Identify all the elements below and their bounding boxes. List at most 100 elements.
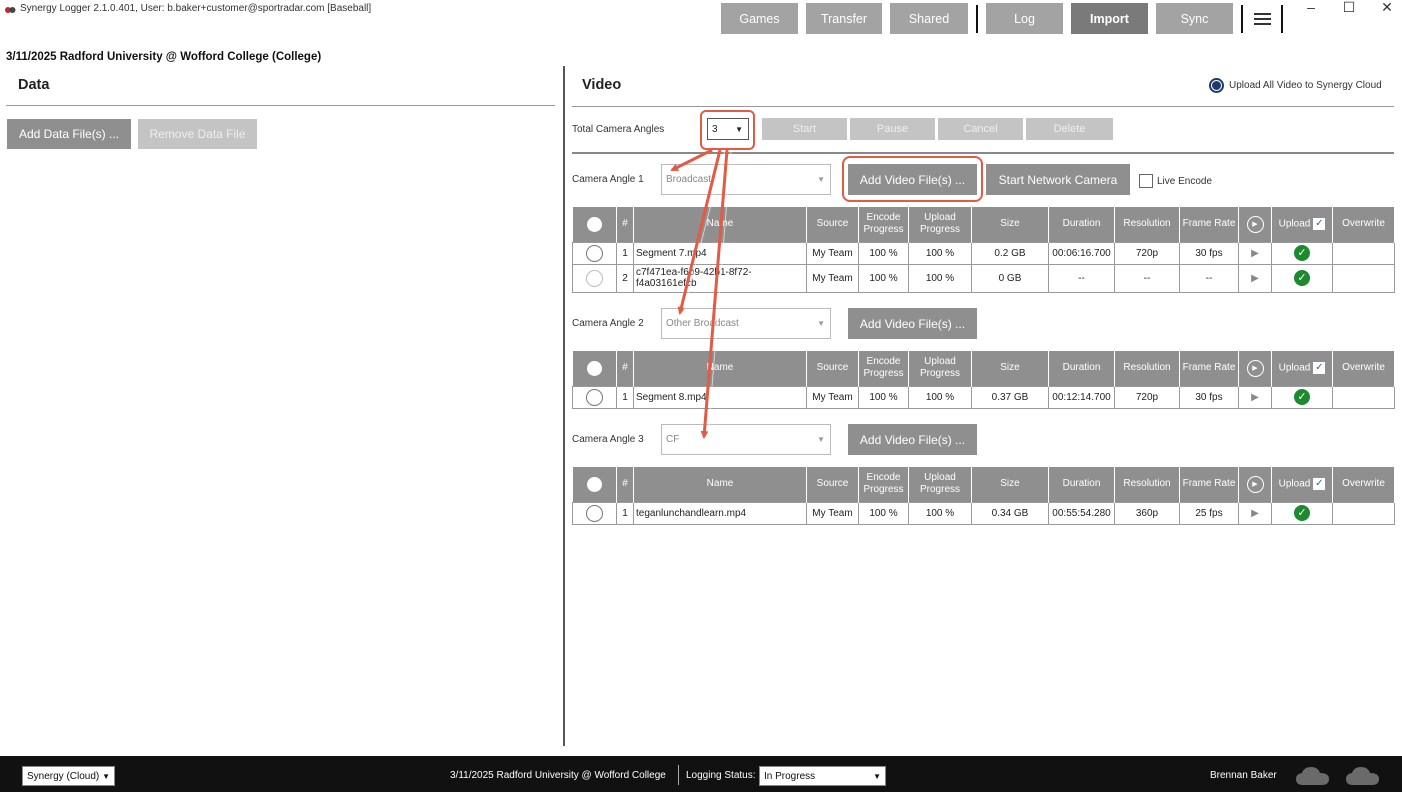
logging-status-label: Logging Status: xyxy=(686,770,756,781)
checkbox-icon xyxy=(1139,174,1153,188)
col-upload-label: Upload xyxy=(1278,478,1311,490)
add-data-file-button[interactable]: Add Data File(s) ... xyxy=(7,119,131,149)
col-source: Source xyxy=(806,351,859,386)
select-all-radio[interactable] xyxy=(572,207,617,242)
upload-check-icon[interactable]: ✓ xyxy=(1271,501,1333,525)
select-all-radio[interactable] xyxy=(572,351,617,386)
annotation-highlight xyxy=(700,110,755,150)
camera-angle-1-label: Camera Angle 1 xyxy=(572,174,644,185)
row-size: 0 GB xyxy=(971,263,1049,293)
pause-button[interactable]: Pause xyxy=(850,118,935,140)
play-icon[interactable]: ▶ xyxy=(1238,263,1272,293)
start-network-camera-button[interactable]: Start Network Camera xyxy=(986,164,1130,195)
camera-angle-3-value: CF xyxy=(666,434,680,445)
play-all-icon[interactable]: ▶ xyxy=(1238,467,1272,502)
table-row[interactable]: 1 Segment 7.mp4 My Team 100 % 100 % 0.2 … xyxy=(572,241,1395,265)
table-row[interactable]: 1 teganlunchandlearn.mp4 My Team 100 % 1… xyxy=(572,501,1395,525)
cancel-button[interactable]: Cancel xyxy=(938,118,1023,140)
dropdown-caret-icon: ▼ xyxy=(817,435,825,444)
row-radio[interactable] xyxy=(572,263,617,293)
select-all-radio[interactable] xyxy=(572,467,617,502)
nav-separator xyxy=(976,5,978,33)
app-logo-icon xyxy=(5,7,16,13)
live-encode-checkbox[interactable]: Live Encode xyxy=(1139,174,1212,188)
cloud-icon[interactable] xyxy=(1295,765,1331,787)
upload-all-checkbox-icon[interactable]: ✓ xyxy=(1313,477,1326,490)
row-duration: -- xyxy=(1048,263,1115,293)
remove-data-file-button[interactable]: Remove Data File xyxy=(138,119,257,149)
minimize-icon[interactable]: – xyxy=(1296,0,1326,16)
camera-angle-3-select[interactable]: CF ▼ xyxy=(661,424,831,455)
row-overwrite[interactable] xyxy=(1332,501,1395,525)
nav-separator xyxy=(1241,5,1243,33)
row-radio[interactable] xyxy=(572,501,617,525)
row-radio[interactable] xyxy=(572,241,617,265)
video-table-angle-2: # Name Source Encode Progress Upload Pro… xyxy=(572,351,1395,409)
upload-all-checkbox-icon[interactable]: ✓ xyxy=(1313,217,1326,230)
col-upload-label: Upload xyxy=(1278,218,1311,230)
row-overwrite[interactable] xyxy=(1332,385,1395,409)
col-resolution: Resolution xyxy=(1114,467,1180,502)
play-all-icon[interactable]: ▶ xyxy=(1238,351,1272,386)
upload-check-icon[interactable]: ✓ xyxy=(1271,241,1333,265)
upload-all-radio[interactable]: Upload All Video to Synergy Cloud xyxy=(1209,78,1382,93)
col-upload-progress: Upload Progress xyxy=(908,467,972,502)
row-size: 0.37 GB xyxy=(971,385,1049,409)
col-encode-progress: Encode Progress xyxy=(858,467,909,502)
divider xyxy=(572,106,1394,107)
cloud-sync-icon[interactable] xyxy=(1345,765,1381,787)
nav-transfer-button[interactable]: Transfer xyxy=(806,3,882,34)
close-icon[interactable]: ✕ xyxy=(1372,0,1402,16)
live-encode-label: Live Encode xyxy=(1157,175,1213,187)
row-number: 1 xyxy=(616,385,634,409)
camera-angle-1-select[interactable]: Broadcast ▼ xyxy=(661,164,831,195)
col-resolution: Resolution xyxy=(1114,351,1180,386)
upload-check-icon[interactable]: ✓ xyxy=(1271,263,1333,293)
add-video-file-button-2[interactable]: Add Video File(s) ... xyxy=(848,308,977,339)
upload-all-checkbox-icon[interactable]: ✓ xyxy=(1313,361,1326,374)
col-upload[interactable]: Upload ✓ xyxy=(1271,467,1333,502)
play-icon[interactable]: ▶ xyxy=(1238,385,1272,409)
row-overwrite[interactable] xyxy=(1332,263,1395,293)
nav-games-button[interactable]: Games xyxy=(721,3,798,34)
row-resolution: 720p xyxy=(1114,385,1180,409)
col-upload-progress: Upload Progress xyxy=(908,207,972,242)
upload-check-icon[interactable]: ✓ xyxy=(1271,385,1333,409)
video-table-angle-1: # Name Source Encode Progress Upload Pro… xyxy=(572,207,1395,293)
data-panel-title: Data xyxy=(18,77,50,93)
camera-angle-2-select[interactable]: Other Broadcast ▼ xyxy=(661,308,831,339)
play-icon[interactable]: ▶ xyxy=(1238,501,1272,525)
add-video-file-button-3[interactable]: Add Video File(s) ... xyxy=(848,424,977,455)
table-row[interactable]: 1 Segment 8.mp4 My Team 100 % 100 % 0.37… xyxy=(572,385,1395,409)
table-row[interactable]: 2 c7f471ea-f6b9-42b1-8f72-f4a03161efcb M… xyxy=(572,263,1395,293)
logging-status-value: In Progress xyxy=(764,770,816,782)
start-button[interactable]: Start xyxy=(762,118,847,140)
col-upload[interactable]: Upload ✓ xyxy=(1271,207,1333,242)
upload-all-label: Upload All Video to Synergy Cloud xyxy=(1229,80,1382,91)
divider xyxy=(572,152,1394,154)
col-overwrite: Overwrite xyxy=(1332,351,1395,386)
nav-import-button[interactable]: Import xyxy=(1071,3,1148,34)
col-frame-rate: Frame Rate xyxy=(1179,207,1239,242)
nav-sync-button[interactable]: Sync xyxy=(1156,3,1233,34)
row-number: 1 xyxy=(616,501,634,525)
col-upload[interactable]: Upload ✓ xyxy=(1271,351,1333,386)
col-source: Source xyxy=(806,207,859,242)
row-resolution: 360p xyxy=(1114,501,1180,525)
account-select[interactable]: Synergy (Cloud) ▼ xyxy=(22,766,115,786)
row-source: My Team xyxy=(806,501,859,525)
row-overwrite[interactable] xyxy=(1332,241,1395,265)
col-duration: Duration xyxy=(1048,467,1115,502)
play-icon[interactable]: ▶ xyxy=(1238,241,1272,265)
row-radio[interactable] xyxy=(572,385,617,409)
maximize-icon[interactable]: ☐ xyxy=(1334,0,1364,16)
hamburger-menu-icon[interactable] xyxy=(1251,8,1273,30)
dropdown-caret-icon: ▼ xyxy=(102,772,110,781)
play-all-icon[interactable]: ▶ xyxy=(1238,207,1272,242)
logging-status-select[interactable]: In Progress ▼ xyxy=(759,766,886,786)
nav-shared-button[interactable]: Shared xyxy=(890,3,968,34)
row-number: 2 xyxy=(616,263,634,293)
nav-log-button[interactable]: Log xyxy=(986,3,1063,34)
camera-angle-3-label: Camera Angle 3 xyxy=(572,434,644,445)
delete-button[interactable]: Delete xyxy=(1026,118,1113,140)
